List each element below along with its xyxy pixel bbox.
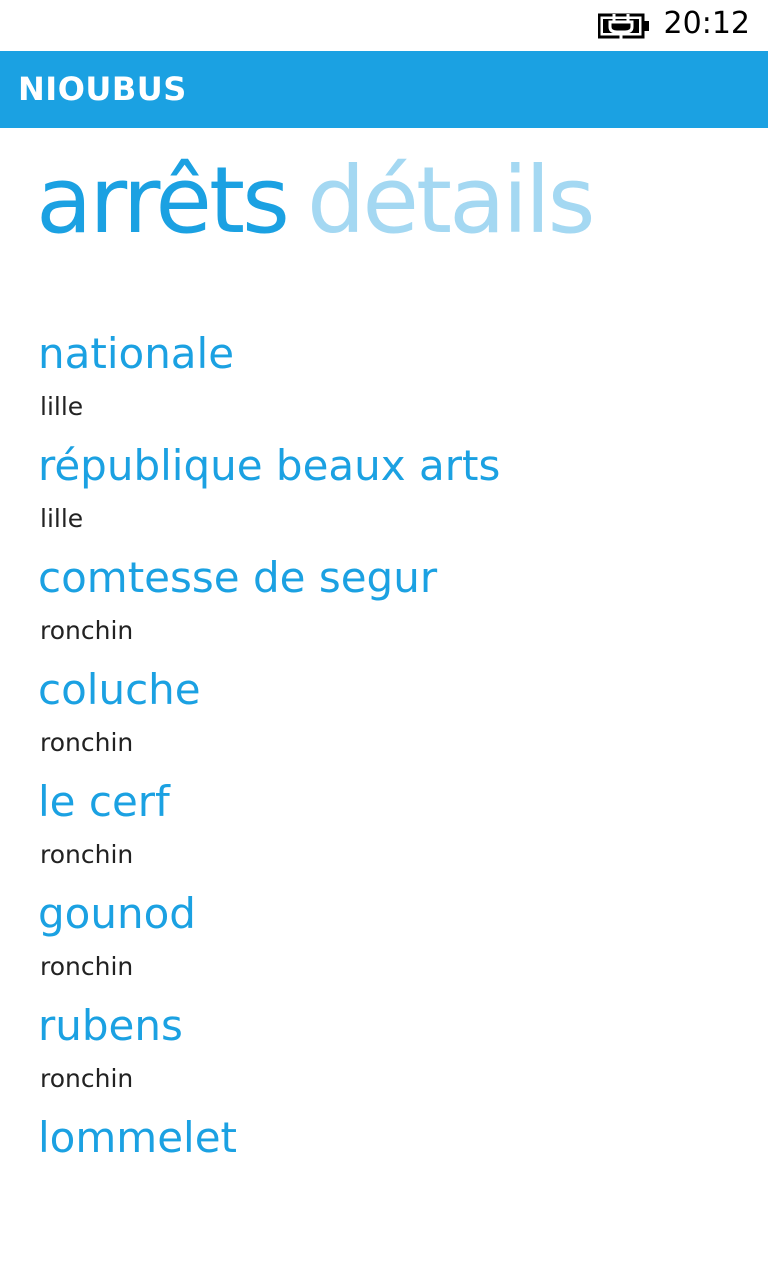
stop-name: république beaux arts (38, 441, 501, 490)
stop-city: lille (40, 504, 84, 533)
stop-name: gounod (38, 889, 196, 938)
app-title: NIOUBUS (18, 70, 187, 108)
stop-list: nationale lille république beaux arts li… (38, 326, 738, 1222)
status-time: 20:12 (663, 6, 750, 41)
stop-city: lille (40, 392, 84, 421)
stop-name: coluche (38, 665, 201, 714)
list-item[interactable]: comtesse de segur ronchin (38, 550, 738, 662)
status-bar: 20:12 (0, 0, 768, 51)
list-item[interactable]: le cerf ronchin (38, 774, 738, 886)
stop-city: ronchin (40, 840, 134, 869)
list-item[interactable]: lommelet (38, 1110, 738, 1222)
stop-city: ronchin (40, 1064, 134, 1093)
tab-arrets[interactable]: arrêts (36, 146, 290, 256)
stop-name: le cerf (38, 777, 170, 826)
app-header: NIOUBUS (0, 51, 768, 128)
list-item[interactable]: république beaux arts lille (38, 438, 738, 550)
list-item[interactable]: nationale lille (38, 326, 738, 438)
stop-name: rubens (38, 1001, 183, 1050)
stop-city: ronchin (40, 728, 134, 757)
stop-name: nationale (38, 329, 235, 378)
pivot-header: arrêts détails (36, 146, 596, 256)
list-item[interactable]: coluche ronchin (38, 662, 738, 774)
tab-details[interactable]: détails (307, 146, 596, 256)
battery-charging-icon (598, 13, 649, 39)
stop-city: ronchin (40, 616, 134, 645)
stop-city: ronchin (40, 952, 134, 981)
stop-name: comtesse de segur (38, 553, 438, 602)
list-item[interactable]: rubens ronchin (38, 998, 738, 1110)
stop-name: lommelet (38, 1113, 238, 1162)
list-item[interactable]: gounod ronchin (38, 886, 738, 998)
